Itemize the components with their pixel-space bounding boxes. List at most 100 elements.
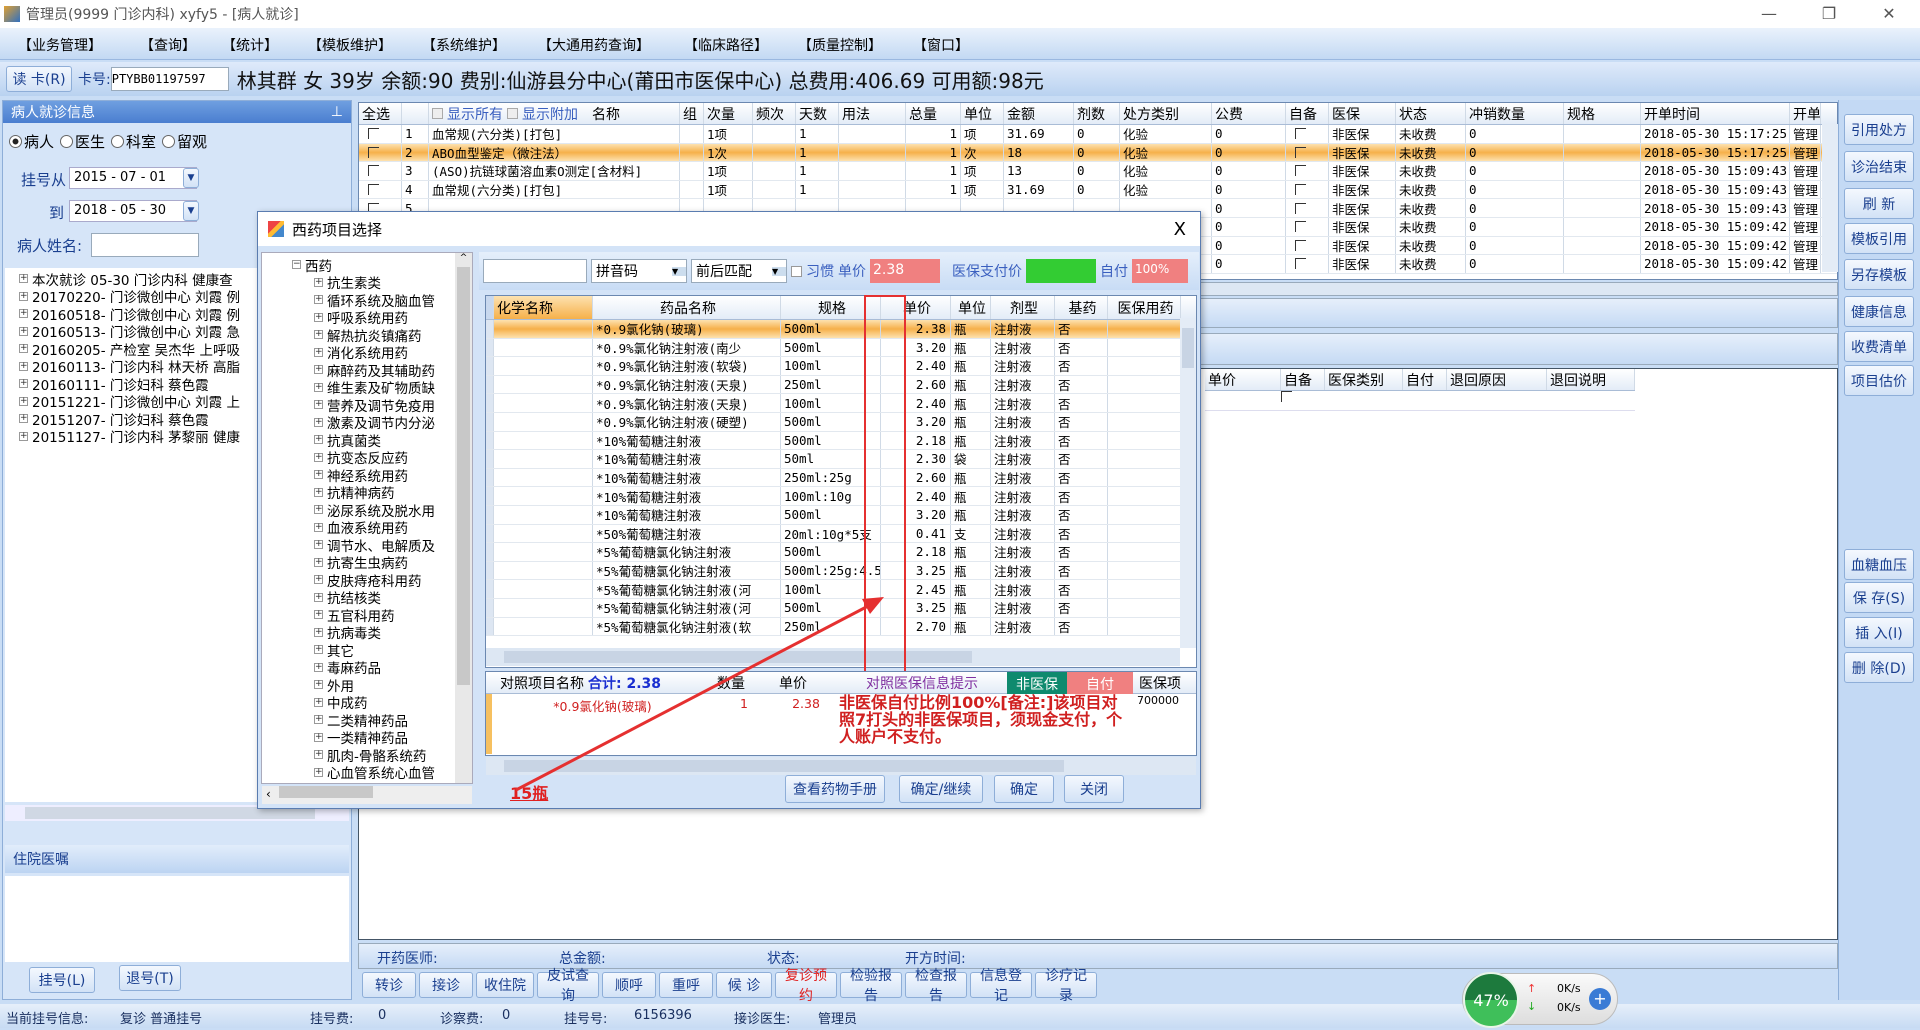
dialog-button-0[interactable]: 查看药物手册 bbox=[785, 775, 885, 803]
row-checkbox[interactable] bbox=[368, 146, 379, 158]
network-widget[interactable]: 47% ↑ ↓ 0K/s 0K/s + bbox=[1462, 972, 1618, 1028]
drug-row[interactable]: *5%葡萄糖氯化钠注射液(河 100ml 2.45 瓶注射液否 bbox=[486, 580, 1196, 599]
menu-item[interactable]: 【大通用药查询】 bbox=[538, 35, 650, 55]
tree-category[interactable]: + 二类精神药品 bbox=[292, 711, 472, 730]
tree-category[interactable]: + 肌肉-骨骼系统药 bbox=[292, 746, 472, 765]
row-checkbox[interactable] bbox=[1295, 165, 1306, 177]
row-checkbox[interactable] bbox=[368, 128, 379, 140]
drug-row[interactable]: *10%葡萄糖注射液 500ml 2.18 瓶注射液否 bbox=[486, 431, 1196, 451]
side-button-4[interactable]: 另存模板 bbox=[1844, 259, 1914, 290]
tree-category[interactable]: + 抗变态反应药 bbox=[292, 449, 472, 467]
side-button-7[interactable]: 项目估价 bbox=[1844, 365, 1914, 396]
drug-row[interactable]: *0.9%氯化钠注射液(天泉) 250ml 2.60 瓶注射液否 bbox=[486, 375, 1196, 395]
tree-category[interactable]: + 中成药 bbox=[292, 694, 472, 712]
menu-item[interactable]: 【统计】 bbox=[222, 35, 278, 55]
register-button[interactable]: 挂号(L) bbox=[29, 967, 95, 993]
tree-category[interactable]: + 心血管系统心血管 bbox=[292, 764, 472, 782]
row-checkbox[interactable] bbox=[1295, 221, 1306, 233]
side-button-1[interactable]: 诊治结束 bbox=[1844, 151, 1914, 182]
patient-name-input[interactable] bbox=[91, 233, 199, 257]
row-checkbox[interactable] bbox=[1295, 146, 1306, 158]
selected-item-row[interactable]: *0.9氯化钠(玻璃) 1 2.38 非医保自付比例100%[备注:]该项目对照… bbox=[486, 694, 1196, 754]
bottom-button-10[interactable]: 信息登记 bbox=[970, 968, 1032, 1004]
bottom-button-6[interactable]: 候 诊 bbox=[716, 972, 772, 998]
date-from-input[interactable]: 2015 - 07 - 01 bbox=[69, 167, 197, 189]
drug-row[interactable]: *10%葡萄糖注射液 500ml 3.20 瓶注射液否 bbox=[486, 505, 1196, 525]
add-icon[interactable]: + bbox=[1589, 988, 1611, 1010]
tree-category[interactable]: + 血液系统用药 bbox=[292, 519, 472, 537]
radio-0[interactable]: 病人 bbox=[9, 131, 54, 152]
menu-item[interactable]: 【质量控制】 bbox=[798, 35, 882, 55]
drug-row[interactable]: *5%葡萄糖氯化钠注射液 500ml:25g:4.5 3.25 瓶注射液否 bbox=[486, 561, 1196, 581]
drug-row[interactable]: *0.9%氯化钠注射液(南少 500ml 3.20 瓶注射液否 bbox=[486, 338, 1196, 358]
drug-row[interactable]: *50%葡萄糖注射液 20ml:10g*5支 0.41 支注射液否 bbox=[486, 524, 1196, 544]
side-button-10[interactable]: 插 入(I) bbox=[1844, 617, 1914, 648]
tree-category[interactable]: + 营养及调节免疫用 bbox=[292, 396, 472, 415]
drug-row[interactable]: *5%葡萄糖氯化钠注射液 500ml 2.18 瓶注射液否 bbox=[486, 543, 1196, 562]
drug-row[interactable]: *10%葡萄糖注射液 250ml:25g 2.60 瓶注射液否 bbox=[486, 468, 1196, 488]
drug-row[interactable]: *0.9氯化钠(玻璃) 500ml 2.38 瓶注射液否 bbox=[486, 320, 1196, 339]
row-checkbox[interactable] bbox=[1295, 258, 1306, 270]
match-type-select[interactable]: 前后匹配 ▼ bbox=[691, 259, 787, 283]
bottom-button-2[interactable]: 收住院 bbox=[476, 972, 534, 998]
side-button-3[interactable]: 模板引用 bbox=[1844, 223, 1914, 254]
prescription-vertical-scrollbar[interactable] bbox=[1822, 124, 1838, 272]
date-from-dropdown-icon[interactable]: ▼ bbox=[183, 168, 199, 188]
prescription-row[interactable]: 1 血常规(六分类)[打包] 1项 1 1 项 31.69 0 化验 0 非医保 未收费 0 2018-0… bbox=[359, 125, 1837, 144]
tree-category[interactable]: + 麻醉药及其辅助药 bbox=[292, 361, 472, 380]
bottom-button-3[interactable]: 皮试查询 bbox=[537, 968, 599, 1004]
tree-category[interactable]: + 五官科用药 bbox=[292, 606, 472, 625]
row-checkbox[interactable] bbox=[1295, 239, 1306, 251]
side-button-11[interactable]: 删 除(D) bbox=[1844, 652, 1914, 683]
tree-category[interactable]: + 抗结核类 bbox=[292, 589, 472, 607]
drug-row[interactable]: *5%葡萄糖氯化钠注射液(软 250ml 2.70 瓶注射液否 bbox=[486, 617, 1196, 637]
checkbox[interactable] bbox=[432, 108, 443, 119]
bottom-button-0[interactable]: 转诊 bbox=[362, 972, 416, 998]
tree-category[interactable]: + 抗寄生虫病药 bbox=[292, 554, 472, 572]
row-checkbox[interactable] bbox=[1295, 184, 1306, 196]
selected-horizontal-scrollbar[interactable] bbox=[486, 757, 1196, 775]
tree-vertical-scrollbar[interactable]: ^ bbox=[455, 253, 472, 783]
drug-row[interactable]: *10%葡萄糖注射液 50ml 2.30 袋注射液否 bbox=[486, 450, 1196, 469]
tree-category[interactable]: + 泌尿系统及脱水用 bbox=[292, 501, 472, 520]
restore-button[interactable]: ❐ bbox=[1814, 4, 1844, 23]
row-checkbox[interactable] bbox=[1295, 202, 1306, 214]
row-checkbox[interactable] bbox=[1295, 128, 1306, 140]
unregister-button[interactable]: 退号(T) bbox=[119, 965, 181, 991]
side-button-6[interactable]: 收费清单 bbox=[1844, 331, 1914, 362]
tree-category[interactable]: + 呼吸系统用药 bbox=[292, 309, 472, 327]
tree-category[interactable]: + 消化系统用药 bbox=[292, 344, 472, 362]
drug-list-horizontal-scrollbar[interactable] bbox=[486, 648, 1180, 666]
menu-item[interactable]: 【窗口】 bbox=[913, 35, 969, 55]
card-number-input[interactable] bbox=[110, 67, 229, 91]
pin-icon[interactable]: ⊥ bbox=[331, 104, 343, 120]
checkbox[interactable] bbox=[507, 108, 518, 119]
dialog-button-2[interactable]: 确定 bbox=[994, 775, 1054, 803]
drug-row[interactable]: *0.9%氯化钠注射液(软袋) 100ml 2.40 瓶注射液否 bbox=[486, 357, 1196, 376]
dialog-button-3[interactable]: 关闭 bbox=[1064, 775, 1124, 803]
bottom-button-4[interactable]: 顺呼 bbox=[602, 972, 656, 998]
drug-search-input[interactable] bbox=[483, 259, 587, 283]
radio-1[interactable]: 医生 bbox=[60, 131, 105, 152]
menu-item[interactable]: 【模板维护】 bbox=[308, 35, 392, 55]
bottom-button-1[interactable]: 接诊 bbox=[419, 972, 473, 998]
close-button[interactable]: ✕ bbox=[1874, 4, 1904, 23]
tree-category[interactable]: + 维生素及矿物质缺 bbox=[292, 379, 472, 397]
drug-row[interactable]: *10%葡萄糖注射液 100ml:10g 2.40 瓶注射液否 bbox=[486, 487, 1196, 506]
dialog-close-icon[interactable]: X bbox=[1174, 219, 1186, 240]
tree-category[interactable]: + 神经系统用药 bbox=[292, 466, 472, 485]
dialog-button-1[interactable]: 确定/继续 bbox=[899, 775, 983, 803]
radio-2[interactable]: 科室 bbox=[111, 131, 156, 152]
menu-item[interactable]: 【系统维护】 bbox=[422, 35, 506, 55]
code-type-select[interactable]: 拼音码 ▼ bbox=[591, 259, 687, 283]
tree-category[interactable]: + 调节水、电解质及 bbox=[292, 536, 472, 555]
prescription-row[interactable]: 3 (ASO)抗链球菌溶血素O测定[含材料] 1项 1 1 项 13 0 化验 0 非医保 未收费 0 2… bbox=[359, 162, 1837, 181]
tree-category[interactable]: + 外用 bbox=[292, 676, 472, 695]
tree-category[interactable]: + 激素及调节内分泌 bbox=[292, 414, 472, 432]
prescription-row[interactable]: 2 ABO血型鉴定（微注法） 1次 1 1 次 18 0 化验 0 非医保 未收费 0 2018-05-3… bbox=[359, 143, 1837, 163]
bottom-button-5[interactable]: 重呼 bbox=[659, 972, 713, 998]
tree-horizontal-scrollbar[interactable]: ‹ bbox=[262, 786, 472, 804]
tree-category[interactable]: + 皮肤痔疮科用药 bbox=[292, 571, 472, 590]
tree-category[interactable]: + 抗精神病药 bbox=[292, 484, 472, 502]
minimize-button[interactable]: — bbox=[1754, 4, 1784, 23]
